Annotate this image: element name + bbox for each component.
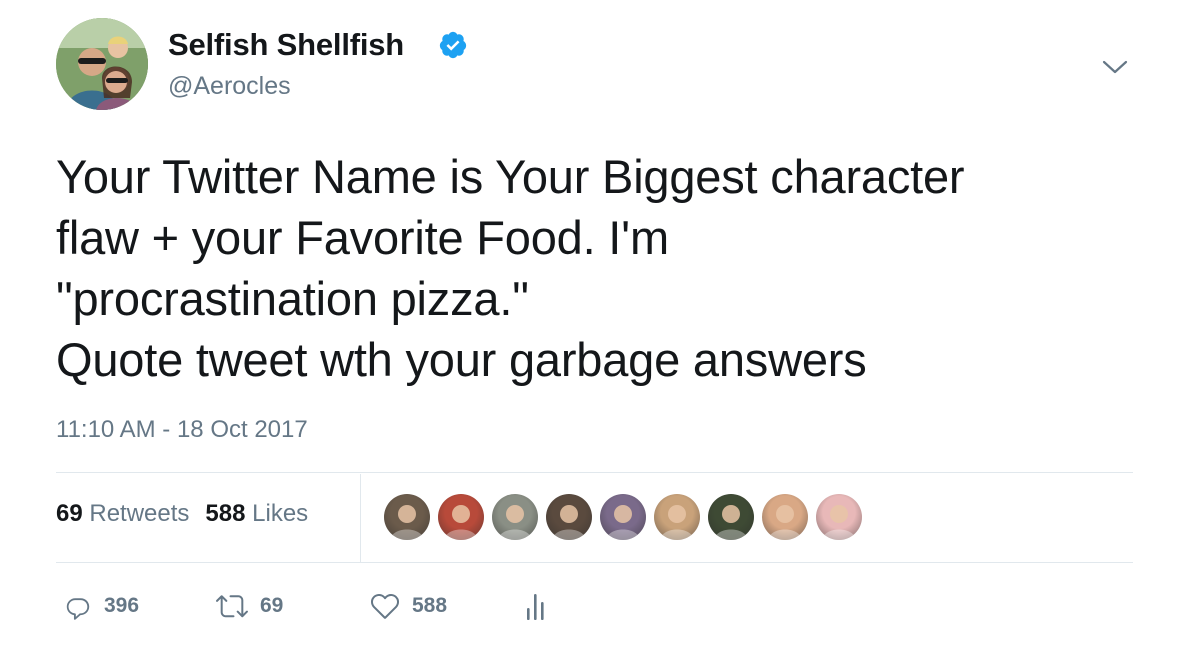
retweet-icon — [216, 595, 248, 618]
stats-separator — [360, 474, 361, 562]
liker-avatar[interactable] — [600, 494, 646, 540]
retweets-stat[interactable]: 69 Retweets — [56, 500, 189, 527]
liker-avatar[interactable] — [546, 494, 592, 540]
analytics-button[interactable] — [524, 588, 550, 624]
author-name[interactable]: Selfish Shellfish — [168, 27, 404, 63]
analytics-icon — [527, 594, 544, 620]
tweet-stats: 69 Retweets 588 Likes — [56, 500, 308, 528]
tweet-text: Your Twitter Name is Your Biggest charac… — [56, 150, 965, 386]
likes-stat[interactable]: 588 Likes — [205, 500, 308, 527]
divider-top — [56, 472, 1133, 473]
like-button[interactable]: 588 — [368, 588, 447, 624]
liker-avatar[interactable] — [654, 494, 700, 540]
like-count: 588 — [412, 594, 448, 617]
liker-avatar[interactable] — [816, 494, 862, 540]
retweets-stat-count: 69 — [56, 500, 83, 527]
retweet-count: 69 — [260, 594, 284, 617]
liker-avatar[interactable] — [384, 494, 430, 540]
liker-avatar[interactable] — [708, 494, 754, 540]
retweet-button[interactable]: 69 — [214, 588, 283, 624]
tweet-card: Selfish Shellfish @Aerocles Your Twitter… — [0, 0, 1200, 650]
reply-button[interactable]: 396 — [62, 588, 139, 624]
heart-icon — [370, 593, 400, 619]
author-avatar[interactable] — [56, 18, 148, 110]
chevron-down-icon[interactable] — [1100, 56, 1130, 78]
verified-badge-icon — [439, 31, 467, 59]
reply-icon — [66, 598, 90, 620]
reply-count: 396 — [104, 594, 140, 617]
author-handle[interactable]: @Aerocles — [168, 72, 291, 101]
liker-avatar[interactable] — [438, 494, 484, 540]
likes-stat-label: Likes — [252, 500, 309, 527]
divider-bottom — [56, 562, 1133, 563]
tweet-timestamp[interactable]: 11:10 AM - 18 Oct 2017 — [56, 416, 308, 444]
retweets-stat-label: Retweets — [89, 500, 190, 527]
likes-stat-count: 588 — [205, 500, 246, 527]
liker-avatar[interactable] — [492, 494, 538, 540]
liker-avatar[interactable] — [762, 494, 808, 540]
